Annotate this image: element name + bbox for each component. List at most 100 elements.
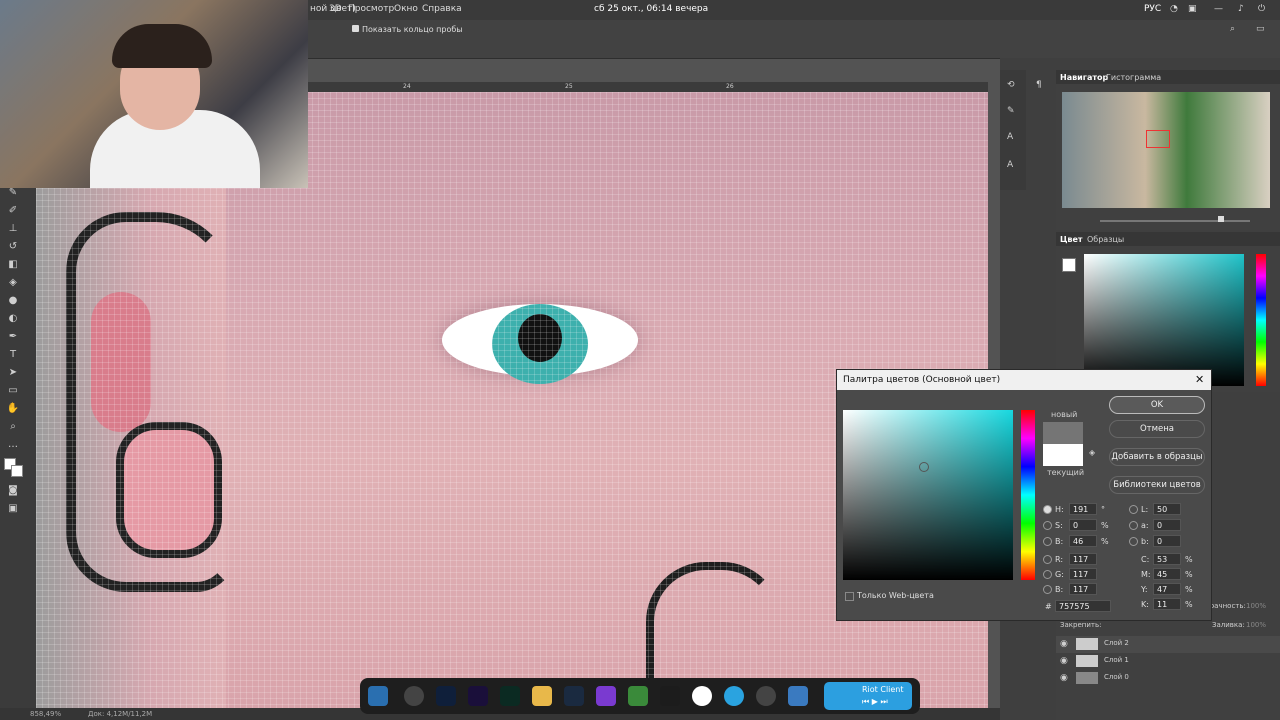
obs-alt-icon[interactable] [756,686,776,706]
navigator-view-box[interactable] [1146,130,1170,148]
workspace-icon[interactable]: ▭ [1256,24,1265,34]
close-icon[interactable]: ✕ [1195,373,1204,386]
navigator-slider-thumb[interactable] [1218,216,1224,222]
blur-tool-icon[interactable]: ● [6,294,20,308]
more-tools-icon[interactable]: … [6,438,20,452]
calendar-icon[interactable] [628,686,648,706]
paint-icon[interactable] [788,686,808,706]
tab-histogram[interactable]: Гистограмма [1106,73,1161,82]
eye-icon[interactable]: ◉ [1060,673,1068,683]
y-field[interactable]: 47 [1153,583,1181,595]
wifi-icon[interactable]: ◔ [1170,4,1178,14]
b-radio[interactable] [1043,537,1052,546]
blue-radio[interactable] [1043,585,1052,594]
minimize-icon[interactable]: — [1214,4,1223,14]
zoom-tool-icon[interactable]: ⌕ [6,420,20,434]
warning-cube-icon[interactable]: ◈ [1089,448,1095,457]
eye-icon[interactable]: ◉ [1060,639,1068,649]
saturation-brightness-field[interactable] [843,410,1013,580]
steam-icon[interactable] [564,686,584,706]
history-brush-icon[interactable]: ↺ [6,240,20,254]
current-color-swatch[interactable] [1043,444,1083,466]
l-radio[interactable] [1129,505,1138,514]
dodge-tool-icon[interactable]: ◐ [6,312,20,326]
yandex-icon[interactable] [692,686,712,706]
brush-tool-icon[interactable]: ✎ [6,186,20,200]
tab-swatches[interactable]: Образцы [1087,235,1124,244]
add-swatch-button[interactable]: Добавить в образцы [1109,448,1205,466]
fg-swatch[interactable] [1062,258,1076,272]
layer-row[interactable]: ◉ Слой 0 [1056,670,1280,687]
layer-name[interactable]: Слой 1 [1104,656,1129,664]
hue-bar[interactable] [1256,254,1266,386]
lab-b-radio[interactable] [1129,537,1138,546]
a-radio[interactable] [1129,521,1138,530]
screen-mode-icon[interactable]: ▣ [6,502,20,516]
menu-help[interactable]: Справка [422,4,462,14]
cancel-button[interactable]: Отмена [1109,420,1205,438]
k-field[interactable]: 11 [1153,598,1181,610]
b-field[interactable]: 46 [1069,535,1097,547]
layer-row[interactable]: ◉ Слой 1 [1056,653,1280,670]
type-tool-icon[interactable]: T [6,348,20,362]
hex-field[interactable]: 757575 [1055,600,1111,612]
eraser-tool-icon[interactable]: ◧ [6,258,20,272]
navigator-zoom-slider[interactable] [1100,220,1250,222]
h-radio[interactable] [1043,505,1052,514]
media-controls-icon[interactable]: ⏮ ▶ ⏭ [862,697,888,707]
lab-b-field[interactable]: 0 [1153,535,1181,547]
pen-tool-icon[interactable]: ✒ [6,330,20,344]
stamp-tool-icon[interactable]: ⊥ [6,222,20,236]
layer-row[interactable]: ◉ Слой 2 [1056,636,1280,653]
search-icon[interactable]: ⌕ [1230,24,1235,34]
navigator-thumbnail[interactable] [1062,92,1270,208]
menu-view[interactable]: Просмотр [348,4,394,14]
s-field[interactable]: 0 [1069,519,1097,531]
h-field[interactable]: 191 [1069,503,1097,515]
quick-mask-icon[interactable]: ◙ [6,484,20,498]
s-radio[interactable] [1043,521,1052,530]
hand-tool-icon[interactable]: ✋ [6,402,20,416]
fill-value[interactable]: 100% [1246,621,1266,629]
bell-icon[interactable]: ♪ [1238,4,1244,14]
web-only-checkbox[interactable] [845,592,854,601]
hue-slider[interactable] [1021,410,1035,580]
photoshop-icon[interactable] [436,686,456,706]
riot-client-widget[interactable]: Riot Client ⏮ ▶ ⏭ [824,682,912,710]
g-radio[interactable] [1043,570,1052,579]
opacity-value[interactable]: 100% [1246,602,1266,610]
m-field[interactable]: 45 [1153,568,1181,580]
g-field[interactable]: 117 [1069,568,1097,580]
audio-icon[interactable] [660,686,680,706]
path-select-icon[interactable]: ➤ [6,366,20,380]
zoom-level[interactable]: 858,49% [30,710,61,718]
r-field[interactable]: 117 [1069,553,1097,565]
r-radio[interactable] [1043,555,1052,564]
menu-window[interactable]: Окно [394,4,418,14]
show-ring-checkbox[interactable] [352,25,359,32]
obs-icon[interactable] [404,686,424,706]
app-icon[interactable] [368,686,388,706]
c-field[interactable]: 53 [1153,553,1181,565]
paragraph-panel-icon[interactable]: A [1007,160,1013,170]
pilcrow-icon[interactable]: ¶ [1036,80,1042,90]
bucket-tool-icon[interactable]: ◈ [6,276,20,290]
language-indicator[interactable]: РУС [1144,4,1161,14]
folder-icon[interactable] [532,686,552,706]
rectangle-tool-icon[interactable]: ▭ [6,384,20,398]
field-picker-ring[interactable] [919,462,929,472]
layer-name[interactable]: Слой 2 [1104,639,1129,647]
pencil-tool-icon[interactable]: ✐ [6,204,20,218]
ok-button[interactable]: OK [1109,396,1205,414]
power-icon[interactable]: ⏻ [1258,4,1265,14]
app-store-icon[interactable] [596,686,616,706]
eye-icon[interactable]: ◉ [1060,656,1068,666]
tab-navigator[interactable]: Навигатор [1060,73,1108,82]
l-field[interactable]: 50 [1153,503,1181,515]
layer-name[interactable]: Слой 0 [1104,673,1129,681]
background-color-swatch[interactable] [11,465,23,477]
tab-color[interactable]: Цвет [1060,235,1083,244]
telegram-icon[interactable] [724,686,744,706]
color-libraries-button[interactable]: Библиотеки цветов [1109,476,1205,494]
a-field[interactable]: 0 [1153,519,1181,531]
